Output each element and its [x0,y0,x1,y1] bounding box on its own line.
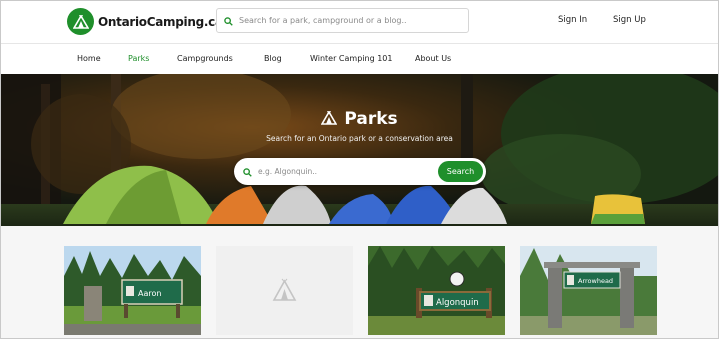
park-sign-text: Aaron [138,289,161,298]
site-logo[interactable]: OntarioCamping.ca [67,8,223,35]
park-search-input[interactable] [258,167,428,176]
campsite-night-photo [1,74,718,226]
tent-logo-icon [67,8,94,35]
park-card-image [216,246,353,335]
park-card-image: Aaron [64,246,201,335]
tent-icon [320,109,338,129]
sign-up-link[interactable]: Sign Up [613,15,646,25]
header-search[interactable] [216,8,469,33]
park-sign-text: Arrowhead [578,277,613,285]
nav-campgrounds[interactable]: Campgrounds [177,54,233,63]
hero-banner: Parks Search for an Ontario park or a co… [1,74,718,226]
park-sign-text: Algonquin [436,298,479,308]
nav-parks[interactable]: Parks [128,54,149,63]
header-search-input[interactable] [239,16,459,25]
park-card-image: Arrowhead [520,246,657,335]
sign-in-link[interactable]: Sign In [558,15,587,25]
park-card-placeholder[interactable] [216,246,353,335]
nav-about-us[interactable]: About Us [415,54,451,63]
search-button[interactable]: Search [438,161,483,182]
nav-blog[interactable]: Blog [264,54,282,63]
search-icon [243,162,252,181]
park-card-arrowhead[interactable]: Arrowhead [520,246,657,335]
page-title: Parks [344,109,398,129]
hero-heading: Parks [1,109,718,129]
park-card-image: Algonquin [368,246,505,335]
park-card-grid: Aaron Algonquin Arrowhead [1,226,718,338]
search-icon [224,11,233,30]
park-search-bar[interactable]: Search [234,158,486,185]
nav-home[interactable]: Home [77,54,101,63]
main-nav: Home Parks Campgrounds Blog Winter Campi… [1,45,718,74]
page-frame: OntarioCamping.ca Sign In Sign Up Home P… [0,0,719,339]
site-header: OntarioCamping.ca Sign In Sign Up [1,1,718,44]
park-card-aaron[interactable]: Aaron [64,246,201,335]
hero-subtitle: Search for an Ontario park or a conserva… [266,134,453,143]
park-card-algonquin[interactable]: Algonquin [368,246,505,335]
nav-winter-camping[interactable]: Winter Camping 101 [310,54,392,63]
logo-text: OntarioCamping.ca [98,14,223,29]
